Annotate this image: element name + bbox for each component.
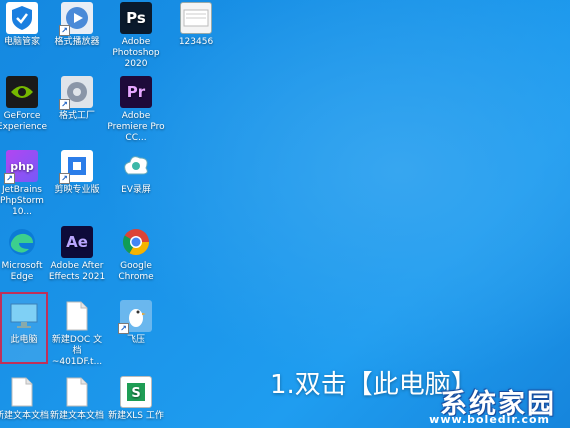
svg-text:S: S <box>131 386 140 401</box>
desktop-icon-after-effects[interactable]: Ae Adobe After Effects 2021 <box>47 226 107 283</box>
media-player-icon: ↗ <box>59 2 93 36</box>
folder-icon <box>180 2 212 34</box>
desktop-icon-format-player[interactable]: ↗ 格式播放器 <box>47 2 107 48</box>
desktop-icon-photoshop[interactable]: Ps Adobe Photoshop 2020 <box>106 2 166 70</box>
icon-label: EV录屏 <box>121 185 151 195</box>
desktop-icon-jianying[interactable]: ↗ 剪映专业版 <box>47 150 107 196</box>
format-factory-icon: ↗ <box>59 76 93 110</box>
icon-label: 新建XLS 工作 <box>108 411 164 421</box>
watermark-url: www.boledir.com <box>429 413 550 426</box>
desktop-icon-pc-manager[interactable]: 电脑管家 <box>0 2 52 48</box>
chrome-icon <box>120 226 152 258</box>
document-icon <box>61 300 93 332</box>
desktop-icon-phpstorm[interactable]: php ↗ JetBrains PhpStorm 10... <box>0 150 52 218</box>
icon-label: 格式工厂 <box>58 111 95 121</box>
desktop-icon-format-factory[interactable]: ↗ 格式工厂 <box>47 76 107 122</box>
desktop-icon-new-text-2[interactable]: 新建文本文档 <box>47 376 107 422</box>
this-pc-icon <box>8 300 40 332</box>
desktop-icon-chrome[interactable]: Google Chrome <box>106 226 166 283</box>
icon-label: 飞压 <box>126 335 145 345</box>
desktop-icon-edge[interactable]: Microsoft Edge <box>0 226 52 283</box>
text-document-icon <box>61 376 93 408</box>
spreadsheet-icon: S <box>120 376 152 408</box>
phpstorm-icon: php ↗ <box>4 150 38 184</box>
photoshop-icon: Ps <box>120 2 152 34</box>
icon-label: Google Chrome <box>118 261 154 282</box>
icon-label: Adobe Premiere Pro CC... <box>107 111 165 143</box>
desktop-icon-geforce[interactable]: GeForce Experience <box>0 76 52 133</box>
icon-label: 电脑管家 <box>3 37 40 47</box>
edge-icon <box>6 226 38 258</box>
desktop-icon-ev-recorder[interactable]: EV录屏 <box>106 150 166 196</box>
ev-recorder-icon <box>120 150 152 182</box>
icon-label: Adobe Photoshop 2020 <box>112 37 160 69</box>
premiere-icon: Pr <box>120 76 152 108</box>
desktop-icon-feiya[interactable]: ↗ 飞压 <box>106 300 166 346</box>
desktop-icon-new-xls[interactable]: S 新建XLS 工作 <box>106 376 166 422</box>
icon-label: GeForce Experience <box>0 111 48 132</box>
desktop-icon-new-text-1[interactable]: 新建文本文档 <box>0 376 52 422</box>
desktop-icon-this-pc[interactable]: 此电脑 <box>0 300 54 346</box>
desktop-icon-folder-123456[interactable]: 123456 <box>166 2 226 48</box>
icon-label: 新建DOC 文档~401DF.t... <box>51 335 103 367</box>
desktop-icon-premiere[interactable]: Pr Adobe Premiere Pro CC... <box>106 76 166 144</box>
icon-label: 新建文本文档 <box>49 411 104 421</box>
icon-label: JetBrains PhpStorm 10... <box>0 185 44 217</box>
icon-label: 123456 <box>178 37 214 47</box>
after-effects-icon: Ae <box>61 226 93 258</box>
shield-icon <box>6 2 38 34</box>
icon-label: 格式播放器 <box>54 37 100 47</box>
geforce-icon <box>6 76 38 108</box>
jianying-icon: ↗ <box>59 150 93 184</box>
icon-label: Adobe After Effects 2021 <box>48 261 106 282</box>
icon-label: 新建文本文档 <box>0 411 49 421</box>
icon-label: 此电脑 <box>10 335 38 345</box>
icon-label: 剪映专业版 <box>54 185 100 195</box>
desktop-icon-new-doc[interactable]: 新建DOC 文档~401DF.t... <box>47 300 107 368</box>
feiya-icon: ↗ <box>118 300 152 334</box>
icon-label: Microsoft Edge <box>1 261 43 282</box>
text-document-icon <box>6 376 38 408</box>
